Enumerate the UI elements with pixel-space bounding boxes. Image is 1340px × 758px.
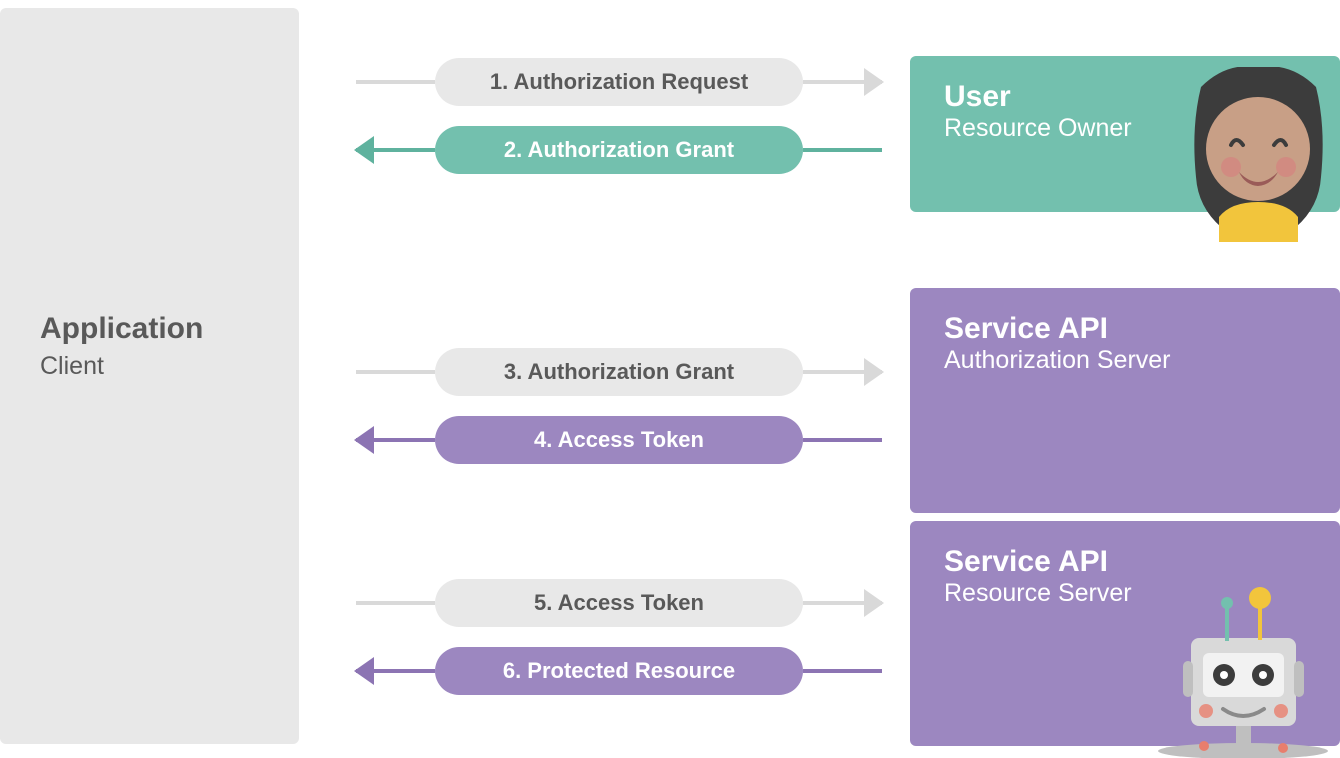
arrow-head [803,80,882,84]
arrow-tail [356,601,435,605]
arrow-head [356,669,435,673]
flow-arrow-4: 4. Access Token [356,416,882,464]
application-subtitle: Client [40,352,104,381]
entity-auth-server: Service API Authorization Server [910,288,1340,513]
flow-arrow-6: 6. Protected Resource [356,647,882,695]
flow-arrow-5: 5. Access Token [356,579,882,627]
arrow-head [803,601,882,605]
entity-resource-server: Service API Resource Server [910,521,1340,746]
flow-label: 5. Access Token [435,579,803,627]
robot-avatar-icon [1141,583,1340,758]
entity-auth-title: Service API [944,312,1306,346]
entity-user: User Resource Owner [910,56,1340,212]
entity-res-title: Service API [944,545,1306,579]
flow-arrow-2: 2. Authorization Grant [356,126,882,174]
arrow-head [356,148,435,152]
arrow-tail [356,80,435,84]
flow-label: 2. Authorization Grant [435,126,803,174]
flow-label: 4. Access Token [435,416,803,464]
arrow-tail [803,438,882,442]
flow-label: 1. Authorization Request [435,58,803,106]
flow-arrow-3: 3. Authorization Grant [356,348,882,396]
arrow-head [356,438,435,442]
arrow-tail [356,370,435,374]
entity-auth-subtitle: Authorization Server [944,346,1306,375]
application-title: Application [40,312,203,346]
flow-arrow-1: 1. Authorization Request [356,58,882,106]
arrow-head [803,370,882,374]
user-avatar-icon [1171,67,1340,242]
flow-label: 6. Protected Resource [435,647,803,695]
arrow-tail [803,669,882,673]
flow-label: 3. Authorization Grant [435,348,803,396]
arrow-tail [803,148,882,152]
application-box: Application Client [0,8,299,744]
